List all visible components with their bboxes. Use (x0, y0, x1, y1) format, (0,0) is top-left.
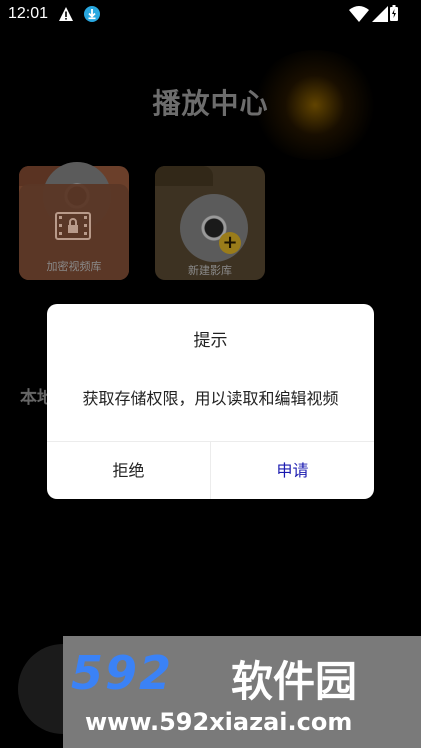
battery-icon (390, 5, 398, 21)
watermark-url: www.592xiazai.com (85, 708, 353, 736)
page-title: 播放中心 (152, 87, 269, 120)
wifi-icon (349, 6, 369, 22)
deny-button[interactable]: 拒绝 (47, 442, 210, 499)
lock-film-icon (55, 212, 91, 240)
status-bar: 12:01 (0, 0, 421, 28)
folder-label: 新建影库 (188, 264, 232, 277)
watermark: 592 软件园 www.592xiazai.com (63, 636, 421, 748)
disc-icon (180, 194, 248, 262)
dialog-title: 提示 (193, 331, 228, 351)
download-icon (84, 6, 100, 22)
watermark-name: 软件园 (231, 657, 358, 706)
status-time: 12:01 (8, 5, 49, 22)
warning-icon (59, 7, 73, 21)
folder-new-library[interactable]: + 新建影库 (155, 166, 265, 280)
permission-dialog: 提示 获取存储权限，用以读取和编辑视频 拒绝 申请 (47, 304, 374, 499)
folder-label: 加密视频库 (46, 260, 102, 273)
apply-button[interactable]: 申请 (211, 442, 374, 499)
folder-encrypted-library[interactable]: 加密视频库 (19, 162, 129, 280)
signal-icon (372, 6, 388, 22)
dialog-message: 获取存储权限，用以读取和编辑视频 (82, 389, 339, 408)
folder-tab (155, 166, 213, 186)
add-icon: + (219, 232, 241, 254)
watermark-logo: 592 (71, 646, 174, 700)
